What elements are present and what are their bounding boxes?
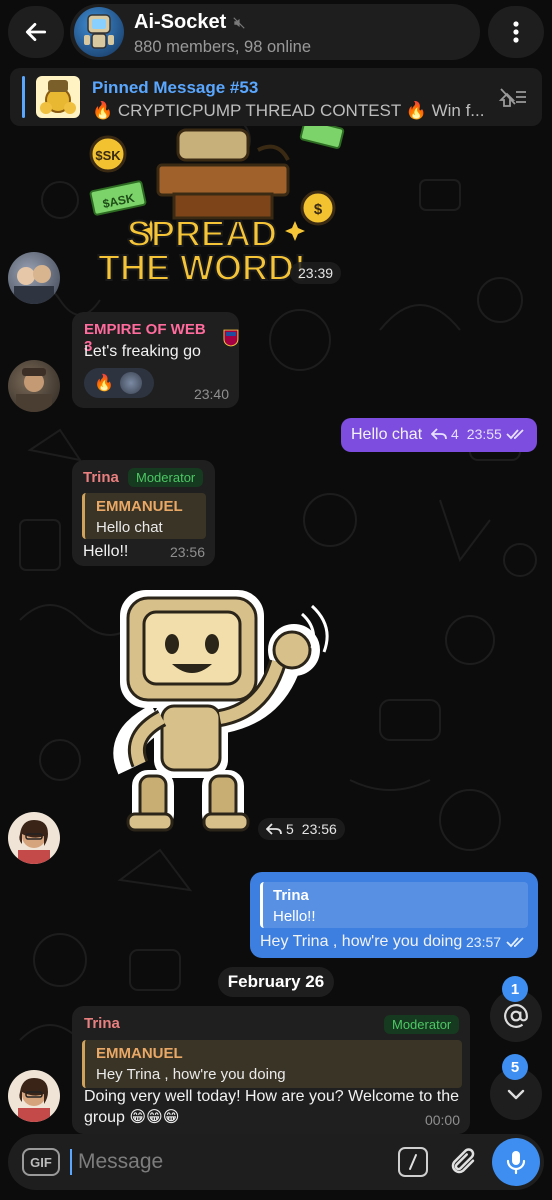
- message-time: 23:56: [169, 544, 205, 560]
- pinned-title: Pinned Message #53: [92, 78, 259, 97]
- message-text-line1: Doing very well today! How are you? Welc…: [84, 1088, 459, 1105]
- avatar[interactable]: [8, 1070, 60, 1122]
- outgoing-bubble[interactable]: Hello chat 4 23:55: [341, 418, 537, 452]
- group-title: Ai-Socket: [134, 11, 227, 33]
- message-time: 23:55: [466, 426, 502, 442]
- quoted-sender: EMMANUEL: [96, 498, 183, 515]
- message-bubble[interactable]: Trina Moderator EMMANUEL Hey Trina , how…: [72, 1006, 470, 1134]
- reply-count: 5: [286, 821, 294, 837]
- avatar[interactable]: [8, 812, 60, 864]
- quoted-text: Hey Trina , how're you doing: [96, 1066, 286, 1083]
- message-text: Let's freaking go: [84, 343, 201, 360]
- quoted-reply[interactable]: EMMANUEL Hey Trina , how're you doing: [82, 1040, 462, 1088]
- message-input[interactable]: [78, 1146, 378, 1178]
- message-time: 23:39: [290, 262, 342, 284]
- reaction-chip[interactable]: 🔥: [84, 368, 154, 398]
- read-checkmarks-icon: [506, 937, 524, 948]
- quoted-sender: EMMANUEL: [96, 1045, 183, 1062]
- date-divider: February 26: [218, 967, 334, 997]
- reaction-emoji: 🔥: [94, 375, 114, 392]
- quoted-text: Hello chat: [96, 519, 163, 536]
- mentions-count-badge: 1: [502, 976, 528, 1002]
- avatar[interactable]: [8, 252, 60, 304]
- coin-label: $SK: [95, 148, 121, 163]
- sticker-line-2: THE WORD!: [98, 247, 306, 288]
- reaction-avatar: [119, 372, 142, 394]
- more-vertical-icon: [513, 21, 519, 43]
- outgoing-bubble[interactable]: Trina Hello!! Hey Trina , how're you doi…: [250, 872, 538, 958]
- moderator-badge: Moderator: [128, 468, 204, 487]
- message-text: Hello chat: [351, 426, 423, 443]
- date-label: February 26: [227, 972, 325, 991]
- attach-icon[interactable]: [448, 1147, 478, 1177]
- commands-button[interactable]: [398, 1147, 428, 1177]
- waving-robot-sticker: [113, 590, 329, 832]
- group-name: Ai-Socket: [134, 11, 246, 34]
- message-text: Hello!!: [83, 543, 129, 560]
- avatar[interactable]: [8, 360, 60, 412]
- microphone-icon: [506, 1151, 526, 1175]
- quoted-reply[interactable]: EMMANUEL Hello chat: [82, 493, 206, 539]
- message-time: 23:57: [466, 934, 502, 950]
- back-button[interactable]: [8, 6, 64, 58]
- quoted-reply[interactable]: Trina Hello!!: [260, 882, 528, 928]
- sticker-message[interactable]: [106, 588, 338, 838]
- chat-header: Ai-Socket 880 members, 98 online: [0, 0, 552, 64]
- voice-record-button[interactable]: [492, 1138, 540, 1186]
- quoted-text: Hello!!: [273, 908, 316, 925]
- quoted-sender: Trina: [273, 887, 309, 904]
- arrow-left-icon: [25, 23, 47, 41]
- message-time: 23:40: [193, 386, 229, 402]
- reply-icon: [431, 428, 447, 440]
- member-count: 880 members, 98 online: [134, 38, 312, 56]
- sender-name[interactable]: Trina: [83, 469, 119, 486]
- message-composer: GIF: [8, 1134, 544, 1190]
- chevron-down-icon: [507, 1089, 525, 1100]
- pin-list-icon[interactable]: [498, 86, 528, 108]
- more-menu-button[interactable]: [488, 6, 544, 58]
- pinned-thumbnail: [36, 76, 80, 118]
- sender-name[interactable]: Trina: [84, 1015, 120, 1032]
- message-meta: 5 23:56: [258, 818, 345, 840]
- message-time: 23:56: [301, 821, 337, 837]
- text-caret: [70, 1149, 72, 1175]
- muted-icon: [233, 16, 245, 29]
- group-avatar[interactable]: [74, 7, 124, 57]
- club-badge-icon: [223, 329, 239, 347]
- slash-icon: [409, 1154, 417, 1170]
- message-bubble[interactable]: EMPIRE OF WEB 3 Let's freaking go 🔥 23:4…: [72, 312, 239, 408]
- reply-count: 4: [451, 426, 459, 442]
- unread-count-badge: 5: [502, 1054, 528, 1080]
- read-checkmarks-icon: [506, 429, 524, 440]
- reply-icon: [266, 823, 282, 835]
- pinned-message-bar[interactable]: Pinned Message #53 🔥 CRYPTICPUMP THREAD …: [10, 68, 542, 126]
- message-text: Hey Trina , how're you doing: [260, 933, 463, 950]
- chat-info-header[interactable]: Ai-Socket 880 members, 98 online: [70, 4, 480, 60]
- message-time: 00:00: [424, 1112, 460, 1128]
- message-text-line2: group 😁😁😁: [84, 1109, 180, 1126]
- pinned-preview: 🔥 CRYPTICPUMP THREAD CONTEST 🔥 Win f...: [92, 101, 485, 120]
- at-sign-icon: [504, 1004, 528, 1028]
- message-bubble[interactable]: Trina Moderator EMMANUEL Hello chat Hell…: [72, 460, 215, 566]
- coin-label: $: [314, 201, 323, 218]
- pinned-indicator: [22, 76, 25, 118]
- moderator-badge: Moderator: [384, 1015, 460, 1034]
- gif-button[interactable]: GIF: [22, 1148, 60, 1176]
